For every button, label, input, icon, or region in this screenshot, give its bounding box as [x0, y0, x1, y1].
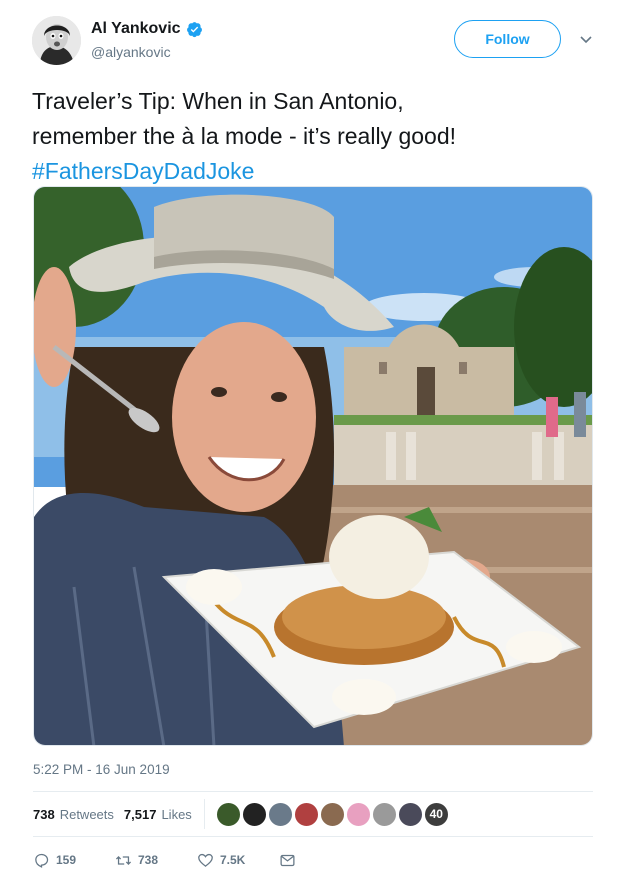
reply-icon [35, 853, 49, 868]
retweet-icon [115, 855, 132, 865]
hashtag-link[interactable]: #FathersDayDadJoke [32, 154, 592, 189]
envelope-icon [280, 854, 295, 866]
liker-avatar[interactable] [318, 800, 346, 828]
like-count: 7.5K [220, 853, 246, 867]
reply-button[interactable]: 159 [33, 852, 115, 869]
display-name[interactable]: Al Yankovic [91, 20, 181, 38]
liker-avatar[interactable] [344, 800, 372, 828]
liker-avatar[interactable] [292, 800, 320, 828]
likes-label: Likes [161, 806, 192, 822]
likes-stat[interactable]: 7,517 Likes [124, 807, 192, 822]
liker-extra-count[interactable]: 40 [422, 800, 450, 828]
liker-avatar[interactable] [370, 800, 398, 828]
tweet-text-line-1: Traveler’s Tip: When in San Antonio, [32, 88, 404, 114]
liker-avatars: 40 [214, 800, 450, 828]
like-button[interactable]: 7.5K [197, 852, 279, 869]
stats-separator [203, 799, 205, 829]
divider [33, 791, 593, 792]
user-name-block[interactable]: Al Yankovic @alyankovic [91, 20, 203, 60]
reply-count: 159 [56, 853, 77, 867]
verified-badge-icon [186, 21, 202, 37]
liker-avatar[interactable] [240, 800, 268, 828]
tweet-text: Traveler’s Tip: When in San Antonio, rem… [32, 84, 592, 189]
retweets-count: 738 [33, 806, 55, 822]
chevron-down-icon[interactable] [578, 34, 594, 46]
retweet-count: 738 [138, 853, 159, 867]
tweet-text-line-2: remember the à la mode - it’s really goo… [32, 123, 456, 149]
tweet-header: Al Yankovic @alyankovic Follow [32, 16, 600, 68]
liker-avatar[interactable] [266, 800, 294, 828]
user-handle[interactable]: @alyankovic [91, 44, 203, 60]
liker-avatar[interactable] [214, 800, 242, 828]
tweet-stats: 738 Retweets 7,517 Likes 40 [33, 799, 450, 829]
likes-count: 7,517 [123, 806, 157, 822]
tweet-timestamp[interactable]: 5:22 PM - 16 Jun 2019 [33, 762, 170, 777]
retweets-stat[interactable]: 738 Retweets [33, 807, 114, 822]
tweet-actions: 159 738 7.5K [33, 848, 296, 872]
heart-icon [198, 853, 213, 867]
follow-button[interactable]: Follow [454, 20, 561, 58]
divider [33, 836, 593, 837]
retweet-button[interactable]: 738 [115, 852, 197, 869]
avatar[interactable] [32, 16, 81, 65]
direct-message-button[interactable] [279, 852, 296, 869]
retweets-label: Retweets [59, 806, 114, 822]
tweet-photo[interactable] [33, 186, 593, 746]
liker-avatar[interactable] [396, 800, 424, 828]
